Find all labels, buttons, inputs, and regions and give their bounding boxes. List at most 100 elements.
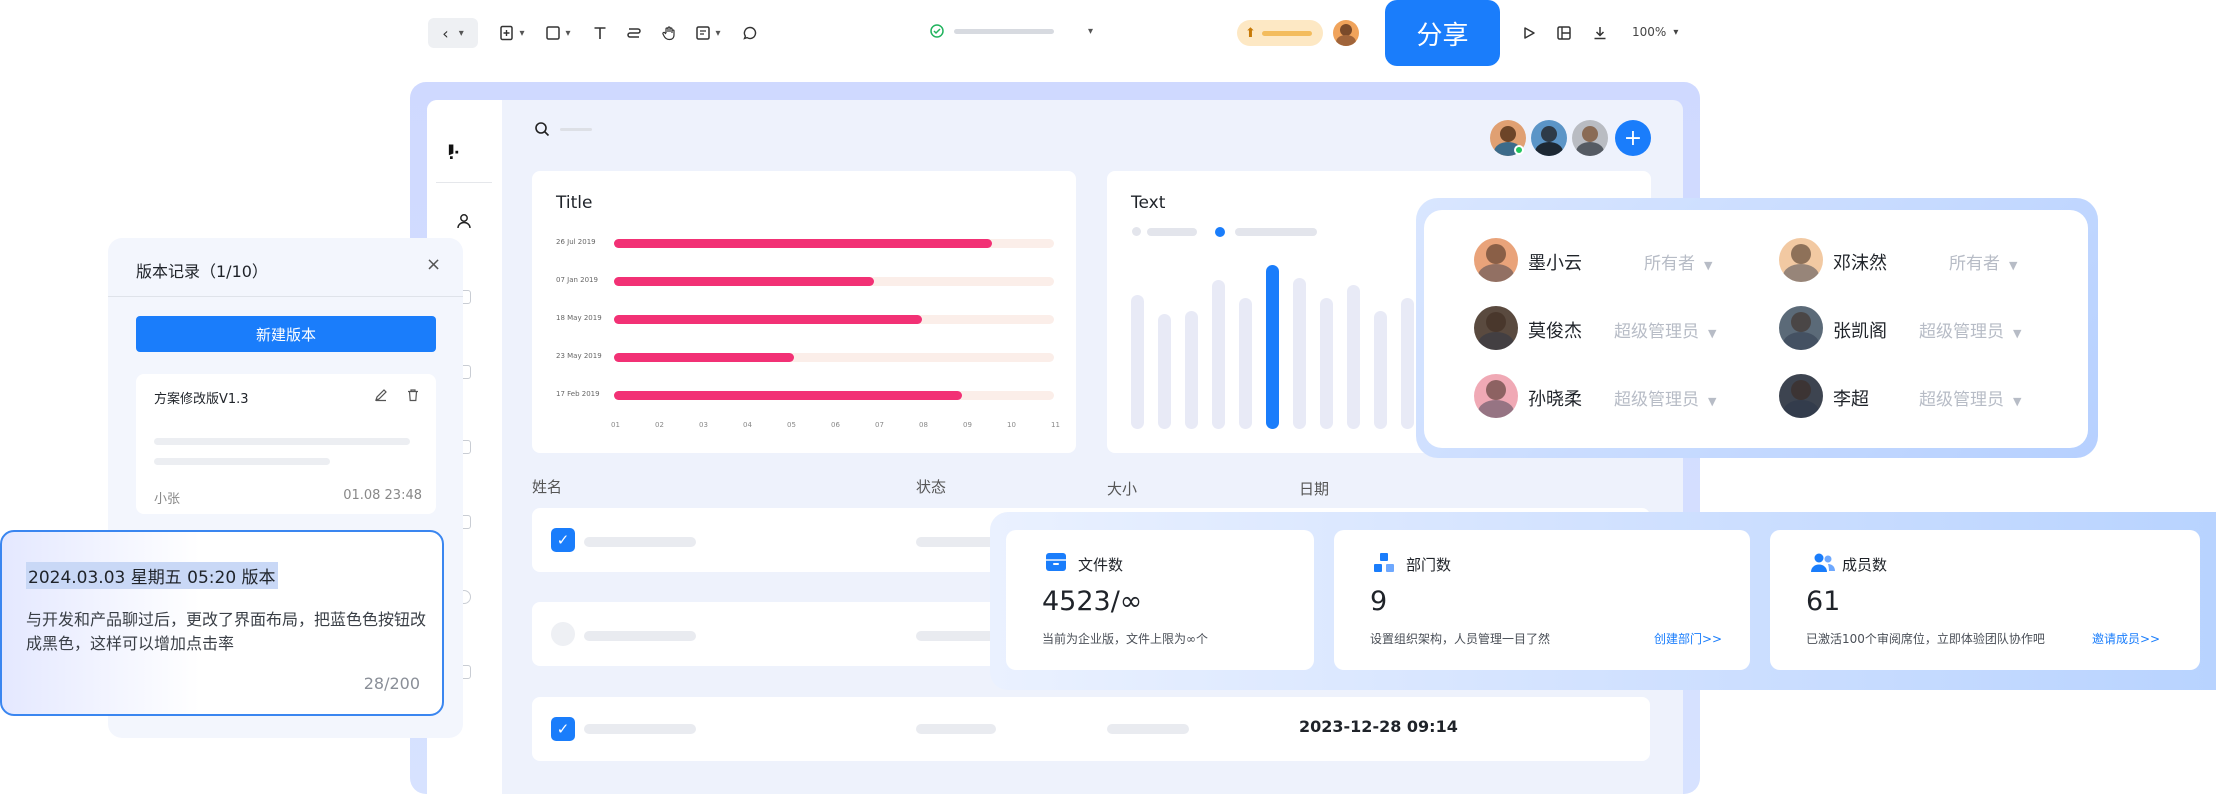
bar-category-label: 18 May 2019 (556, 314, 602, 322)
column-bar (1293, 278, 1306, 429)
insert-page-button[interactable]: ▾ (494, 21, 530, 45)
connector-icon (627, 28, 641, 38)
column-bar (1212, 279, 1225, 429)
bar-track (614, 239, 1054, 248)
version-item[interactable]: 方案修改版V1.3 小张 01.08 23:48 (136, 374, 436, 514)
frame-tool-button[interactable]: ▾ (540, 21, 576, 45)
role-select[interactable]: 超级管理员 ▼ (1919, 317, 2021, 342)
status-placeholder (916, 631, 996, 641)
role-select[interactable]: 超级管理员 ▼ (1919, 385, 2021, 410)
char-counter: 28/200 (363, 674, 420, 693)
chevron-down-icon: ▾ (1673, 26, 1679, 38)
role-select-value: 超级管理员 (1614, 322, 1699, 342)
new-version-button[interactable]: 新建版本 (136, 316, 436, 352)
stat-description: 当前为企业版，文件上限为∞个 (1042, 632, 1208, 646)
add-page-icon (500, 25, 514, 41)
version-panel-title: 版本记录（1/10） (136, 262, 268, 281)
sidebar-divider (436, 182, 492, 183)
role-select[interactable]: 超级管理员 ▼ (1614, 385, 1716, 410)
x-tick-label: 10 (1007, 421, 1016, 429)
note-tool-button[interactable]: ▾ (690, 21, 726, 45)
sticky-note-icon (696, 26, 711, 40)
comment-icon (743, 26, 757, 40)
stat-description: 设置组织架构，人员管理一目了然 (1370, 632, 1551, 646)
column-bar (1374, 310, 1387, 429)
bar-category-label: 26 Jul 2019 (556, 238, 596, 246)
stat-description: 已激活100个审阅席位，立即体验团队协作吧 (1806, 632, 2045, 646)
version-author: 小张 (154, 492, 181, 507)
row-checkbox[interactable] (551, 622, 575, 646)
hand-icon (662, 26, 675, 41)
stat-card-members: 成员数 61 已激活100个审阅席位，立即体验团队协作吧 邀请成员>> (1770, 530, 2200, 670)
row-checkbox[interactable]: ✓ (551, 717, 575, 741)
version-note-editor[interactable]: 2024.03.03 星期五 05:20 版本 与开发和产品聊过后，更改了界面布… (0, 530, 444, 716)
users-icon (1811, 553, 1835, 572)
comment-tool-button[interactable] (738, 21, 762, 45)
avatar (1474, 374, 1518, 418)
x-tick-label: 11 (1051, 421, 1060, 429)
hand-tool-button[interactable] (657, 21, 681, 45)
check-icon: ✓ (556, 720, 570, 738)
bar-chart-plot: 26 Jul 2019 07 Jan 2019 18 May 2019 23 May … (532, 171, 1076, 453)
column-bar (1185, 310, 1198, 429)
zoom-select[interactable]: 100% ▾ (1632, 25, 1678, 39)
create-department-link[interactable]: 创建部门>> (1654, 630, 1722, 647)
bar-track (614, 277, 1054, 286)
play-icon (1524, 27, 1535, 39)
invite-members-link[interactable]: 邀请成员>> (2092, 630, 2160, 647)
row-checkbox[interactable]: ✓ (551, 528, 575, 552)
avatar[interactable] (1572, 120, 1608, 156)
avatar[interactable] (1531, 120, 1567, 156)
add-member-button[interactable]: + (1615, 120, 1651, 156)
x-tick-label: 03 (699, 421, 708, 429)
role-select[interactable]: 所有者 ▼ (1644, 249, 1712, 274)
sidebar-item-user[interactable] (455, 212, 473, 234)
workspace-search[interactable] (534, 121, 592, 137)
trash-icon[interactable] (406, 388, 420, 402)
role-select-value: 超级管理员 (1614, 390, 1699, 410)
member-name: 李超 (1833, 389, 1869, 410)
bar-chart-card: Title 26 Jul 2019 07 Jan 2019 18 May 2019 2… (532, 171, 1076, 453)
bar (614, 315, 922, 324)
avatar (1474, 306, 1518, 350)
present-button[interactable] (1517, 21, 1541, 45)
stat-title: 成员数 (1842, 556, 1888, 574)
member-role-panel: 墨小云 所有者 ▼ 邓沫然 所有者 ▼ 莫俊杰 超级管理员 ▼ 张凯阁 超级管理员 ▼ 孙晓柔 超级管理员… (1424, 210, 2088, 448)
note-body[interactable]: 与开发和产品聊过后，更改了界面布局，把蓝色色按钮改成黑色，这样可以增加点击率 (26, 608, 426, 656)
row-date: 2023-12-28 09:14 (1299, 717, 1458, 736)
edit-icon[interactable] (374, 388, 388, 402)
close-icon[interactable]: × (426, 254, 441, 275)
stat-value: 9 (1370, 586, 1388, 617)
download-button[interactable] (1588, 21, 1612, 45)
role-select-value: 所有者 (1949, 254, 2000, 274)
sync-status[interactable]: ▾ (930, 24, 1093, 38)
chevron-left-icon: ‹ (442, 23, 449, 43)
role-select[interactable]: 超级管理员 ▼ (1614, 317, 1716, 342)
search-icon (535, 122, 550, 137)
table-row[interactable]: ✓ 2023-12-28 09:14 (532, 697, 1650, 761)
connector-tool-button[interactable] (622, 21, 646, 45)
bar-category-label: 23 May 2019 (556, 352, 602, 360)
upgrade-badge[interactable]: ⬆ (1237, 20, 1323, 46)
blocks-icon (1374, 553, 1394, 572)
share-button[interactable]: 分享 (1385, 0, 1500, 66)
user-avatar[interactable] (1333, 20, 1359, 46)
role-select-value: 超级管理员 (1919, 390, 2004, 410)
stat-title: 文件数 (1078, 556, 1124, 574)
column-header-date: 日期 (1299, 480, 1330, 498)
bar-category-label: 07 Jan 2019 (556, 276, 598, 284)
x-tick-label: 04 (743, 421, 752, 429)
upgrade-badge-bar (1261, 30, 1312, 36)
role-select[interactable]: 所有者 ▼ (1949, 249, 2017, 274)
back-button[interactable]: ‹ ▾ (428, 18, 478, 48)
bar-category-label: 17 Feb 2019 (556, 390, 600, 398)
layout-button[interactable] (1552, 21, 1576, 45)
stat-value: 4523/∞ (1042, 586, 1143, 617)
text-tool-button[interactable] (588, 21, 612, 45)
chevron-down-icon: ▾ (519, 27, 525, 39)
x-tick-label: 09 (963, 421, 972, 429)
member-name: 邓沫然 (1833, 253, 1887, 274)
avatar (1779, 374, 1823, 418)
chevron-down-icon: ▾ (715, 27, 721, 39)
x-tick-label: 07 (875, 421, 884, 429)
